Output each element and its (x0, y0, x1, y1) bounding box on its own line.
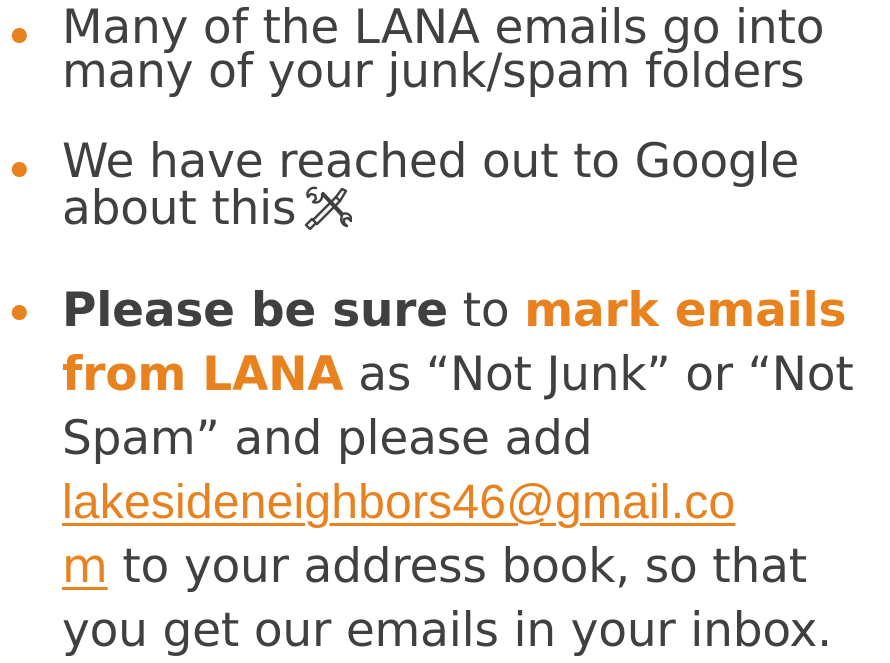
tools-icon (305, 186, 353, 230)
bullet-line-text: as “Not Junk” or “Not (343, 347, 854, 402)
bullet-line: m to your address book, so that (62, 535, 886, 599)
bullet-line-text: to your address book, so that (107, 539, 807, 594)
emphasis-please-be-sure: Please be sure (62, 283, 448, 338)
bullet-dot: • (4, 8, 35, 68)
bullet-text: Please be sure to mark emails from LANA … (62, 279, 886, 663)
bullet-line: We have reached out to Google (62, 134, 800, 189)
bullet-line: many of your junk/spam folders (62, 44, 805, 99)
bullet-text: We have reached out to Google about this (62, 134, 886, 232)
bullet-dot: • (4, 285, 35, 345)
bullet-line: you get our emails in your inbox. (62, 603, 832, 658)
email-link[interactable]: lakesideneighbors46@gmail.co (62, 476, 735, 529)
bullet-line: from LANA as “Not Junk” or “Not (62, 343, 886, 407)
bullet-line-text: to (447, 283, 525, 338)
bullet-line: Please be sure to mark emails (62, 279, 886, 343)
emphasis-from-lana: from LANA (62, 347, 344, 402)
bullet-line-text: about this (62, 181, 297, 236)
bullet-text: Many of the LANA emails go into many of … (62, 4, 886, 99)
bullet-dot: • (4, 142, 35, 202)
emphasis-mark-emails: mark emails (524, 283, 847, 338)
bullet-line: about this (62, 184, 886, 232)
bullet-line: Spam” and please add (62, 411, 593, 466)
email-link-continued[interactable]: m (62, 539, 108, 594)
bullet-line: lakesideneighbors46@gmail.co (62, 471, 886, 535)
